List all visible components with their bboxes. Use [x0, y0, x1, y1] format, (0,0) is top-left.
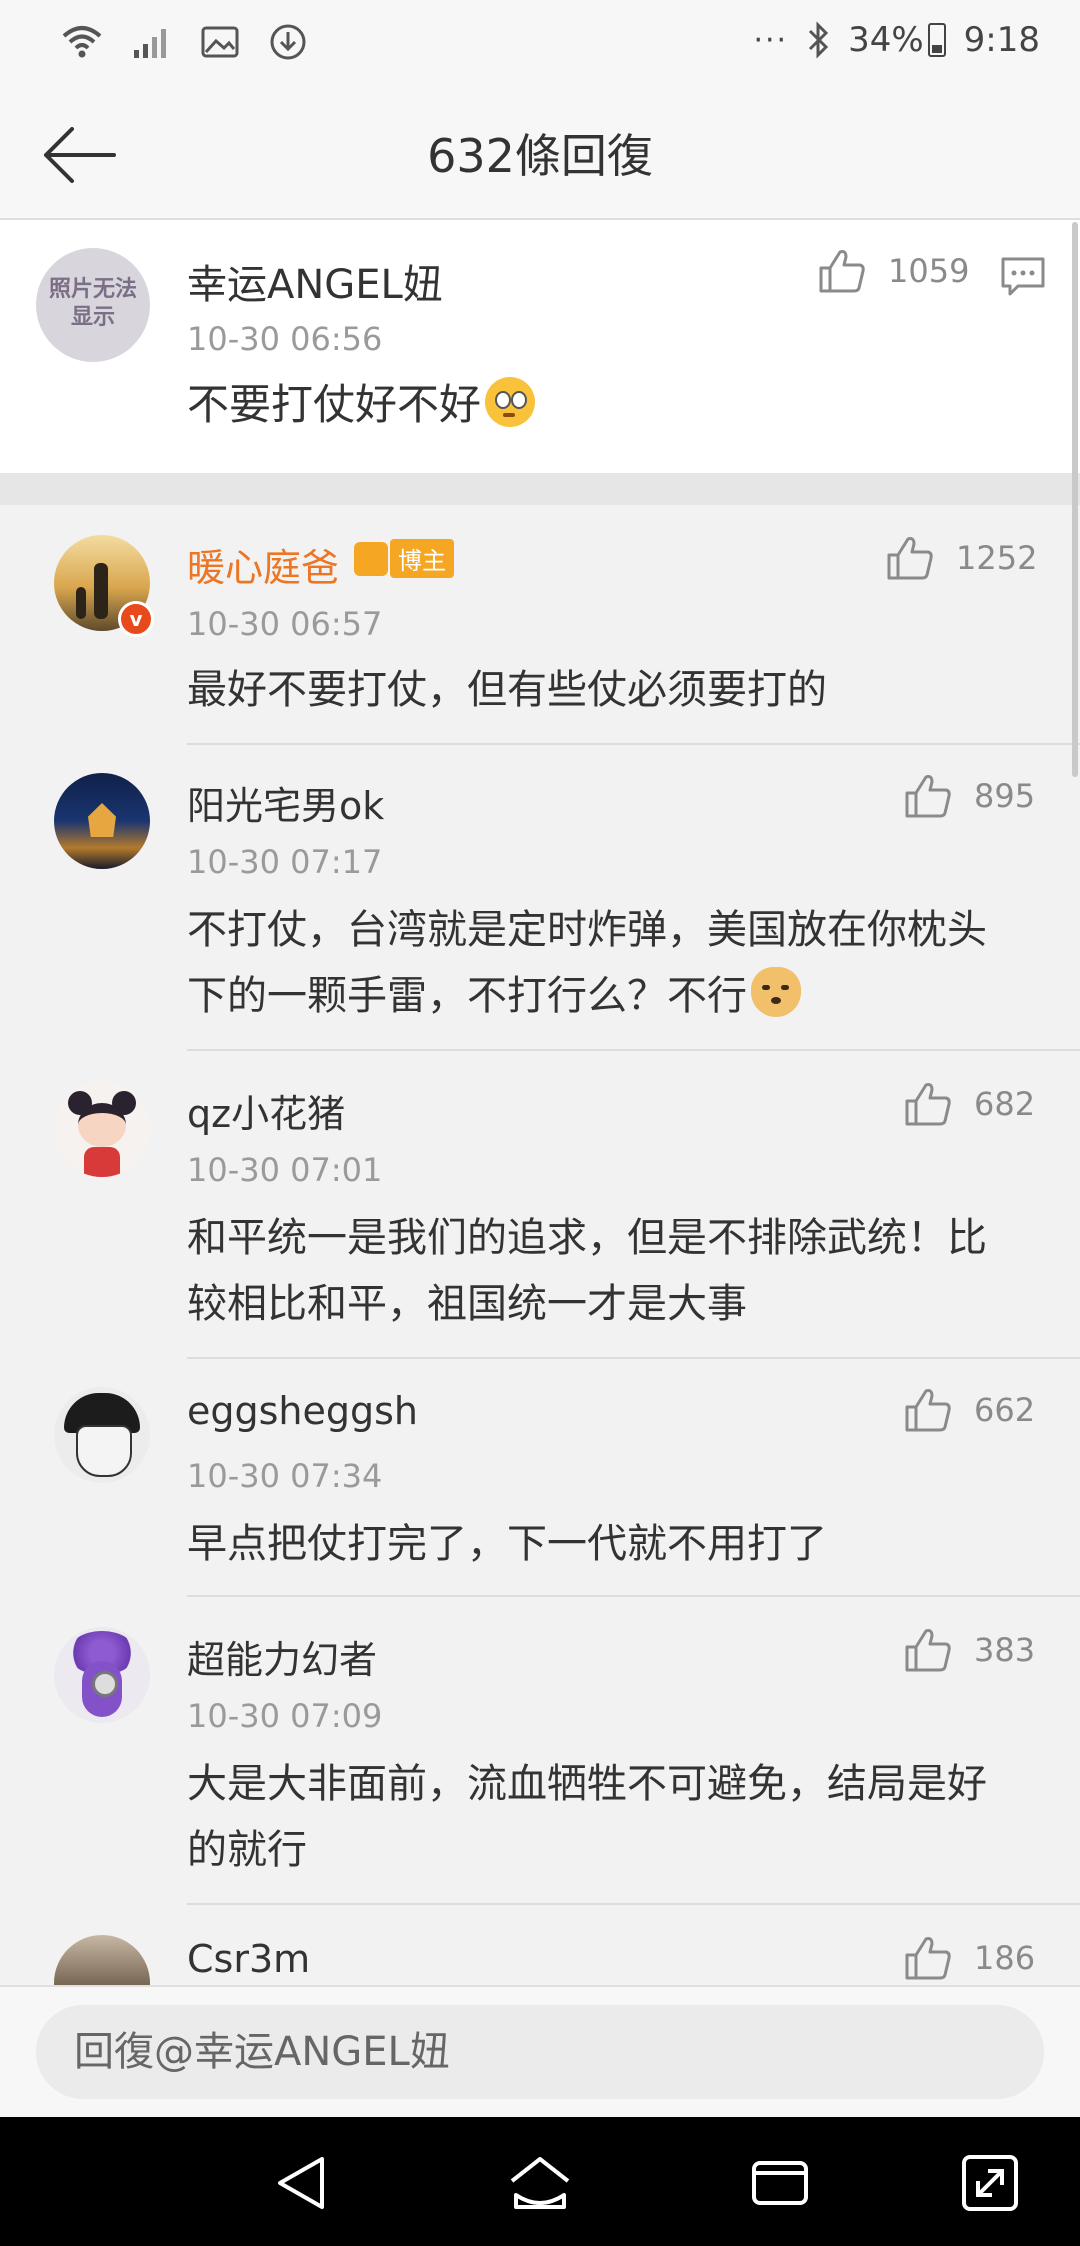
like-count: 662	[974, 1391, 1036, 1429]
thumbs-up-icon	[905, 1389, 951, 1432]
avatar[interactable]	[54, 1081, 150, 1177]
download-icon	[270, 24, 306, 60]
like-count: 1252	[956, 539, 1038, 577]
like-count: 682	[974, 1085, 1036, 1123]
triangle-back-icon	[278, 2157, 324, 2209]
avatar[interactable]	[54, 1627, 150, 1723]
replies-list: v 暖心庭爸 博主 10-30 06:57 最好不要打仗，但有些仗必须要打的 1…	[0, 505, 1080, 1985]
like-button[interactable]: 1059	[818, 248, 969, 294]
verified-badge: v	[118, 601, 154, 637]
avatar-placeholder-text: 照片无法显示	[48, 277, 137, 330]
like-button[interactable]: 662	[904, 1387, 1035, 1433]
top-nav-bar: 632條回復	[0, 90, 1080, 220]
reply-username[interactable]: 阳光宅男ok	[187, 775, 384, 830]
divider	[187, 1357, 1080, 1359]
scrollbar[interactable]	[1072, 222, 1078, 777]
main-comment: 照片无法显示 幸运ANGEL妞 10-30 06:56 不要打仗好不好 1059	[0, 220, 1080, 473]
reply-text-line: 下的一颗手雷，不打行么？不行	[187, 963, 987, 1029]
blogger-badge: 博主	[354, 539, 454, 578]
like-button[interactable]: 186	[904, 1935, 1035, 1981]
reply-text-line: 不打仗，台湾就是定时炸弹，美国放在你枕头	[187, 907, 987, 953]
comment-text-content: 不要打仗好不好	[187, 380, 482, 429]
reply-timestamp: 10-30 07:01	[187, 1151, 383, 1189]
thumbs-up-icon	[905, 775, 951, 818]
like-button[interactable]: 895	[904, 773, 1035, 819]
reply-text: 不打仗，台湾就是定时炸弹，美国放在你枕头 下的一颗手雷，不打行么？不行	[187, 897, 987, 1029]
thumbs-up-icon	[905, 1937, 951, 1980]
comment-bubble-icon	[1001, 257, 1045, 296]
blogger-badge-label: 博主	[390, 539, 454, 578]
section-separator	[0, 473, 1080, 505]
system-recents-button[interactable]	[748, 2151, 812, 2215]
reply-text: 早点把仗打完了，下一代就不用打了	[187, 1521, 827, 1567]
comment-text: 不要打仗好不好	[187, 372, 536, 438]
system-home-button[interactable]	[508, 2151, 572, 2215]
reply-comment-button[interactable]	[1000, 256, 1046, 302]
avatar[interactable]: 照片无法显示	[36, 248, 150, 362]
divider	[187, 1595, 1080, 1597]
comment-timestamp: 10-30 06:56	[187, 320, 383, 358]
page-title: 632條回復	[427, 129, 653, 183]
reply-timestamp: 10-30 07:34	[187, 1457, 383, 1495]
thumbs-up-icon	[905, 1629, 951, 1672]
reply-text: 和平统一是我们的追求，但是不排除武统！比 较相比和平，祖国统一才是大事	[187, 1205, 987, 1337]
status-bar: ··· 34% 9:18	[0, 0, 1080, 90]
thumbs-up-icon	[887, 537, 933, 580]
like-count: 186	[974, 1939, 1036, 1977]
divider	[187, 743, 1080, 745]
reply-text-line-content: 下的一颗手雷，不打行么？不行	[187, 973, 747, 1019]
clock: 9:18	[963, 20, 1040, 60]
reply-timestamp: 10-30 07:09	[187, 1697, 383, 1735]
reply-username[interactable]: 超能力幻者	[187, 1629, 377, 1684]
divider	[187, 1049, 1080, 1051]
like-button[interactable]: 682	[904, 1081, 1035, 1127]
home-icon	[510, 2157, 570, 2209]
avatar[interactable]	[54, 1935, 150, 1985]
thumbs-up-icon	[819, 250, 865, 293]
system-back-button[interactable]	[270, 2151, 334, 2215]
system-nav-bar	[0, 2117, 1080, 2246]
doge-emoji	[751, 967, 801, 1017]
reply-text-line: 和平统一是我们的追求，但是不排除武统！比	[187, 1215, 987, 1261]
reply-input-bar: 回復@幸运ANGEL妞	[0, 1985, 1080, 2119]
divider	[187, 1903, 1080, 1905]
flushed-face-emoji	[485, 377, 536, 427]
battery-percent: 34%	[848, 20, 924, 60]
like-count: 895	[974, 777, 1036, 815]
reply-username[interactable]: Csr3m	[187, 1937, 310, 1981]
bluetooth-icon	[809, 21, 829, 59]
reply-username[interactable]: eggsheggsh	[187, 1389, 418, 1433]
battery-icon	[927, 23, 946, 57]
more-status-dots: ···	[753, 22, 789, 58]
image-icon	[201, 26, 239, 58]
reply-username[interactable]: qz小花猪	[187, 1083, 345, 1138]
like-count: 383	[974, 1631, 1036, 1669]
comment-username[interactable]: 幸运ANGEL妞	[187, 252, 443, 310]
reply-username[interactable]: 暖心庭爸	[187, 537, 339, 592]
reply-timestamp: 10-30 06:57	[187, 605, 383, 643]
expand-icon	[962, 2155, 1018, 2211]
reply-text: 最好不要打仗，但有些仗必须要打的	[187, 667, 827, 713]
crown-icon	[354, 541, 388, 576]
thumbs-up-icon	[905, 1083, 951, 1126]
avatar[interactable]	[54, 773, 150, 869]
reply-text-line: 较相比和平，祖国统一才是大事	[187, 1281, 747, 1327]
like-count: 1059	[888, 252, 970, 290]
like-button[interactable]: 383	[904, 1627, 1035, 1673]
signal-icon	[134, 29, 166, 58]
reply-text-line: 的就行	[187, 1827, 307, 1873]
system-rotate-button[interactable]	[958, 2151, 1022, 2215]
recents-icon	[752, 2161, 808, 2205]
wifi-icon	[62, 26, 102, 58]
like-button[interactable]: 1252	[886, 535, 1037, 581]
avatar[interactable]	[54, 1387, 150, 1483]
reply-text: 大是大非面前，流血牺牲不可避免，结局是好 的就行	[187, 1751, 987, 1883]
reply-timestamp: 10-30 07:17	[187, 843, 383, 881]
reply-text-line: 大是大非面前，流血牺牲不可避免，结局是好	[187, 1761, 987, 1807]
reply-input[interactable]: 回復@幸运ANGEL妞	[36, 2005, 1044, 2099]
